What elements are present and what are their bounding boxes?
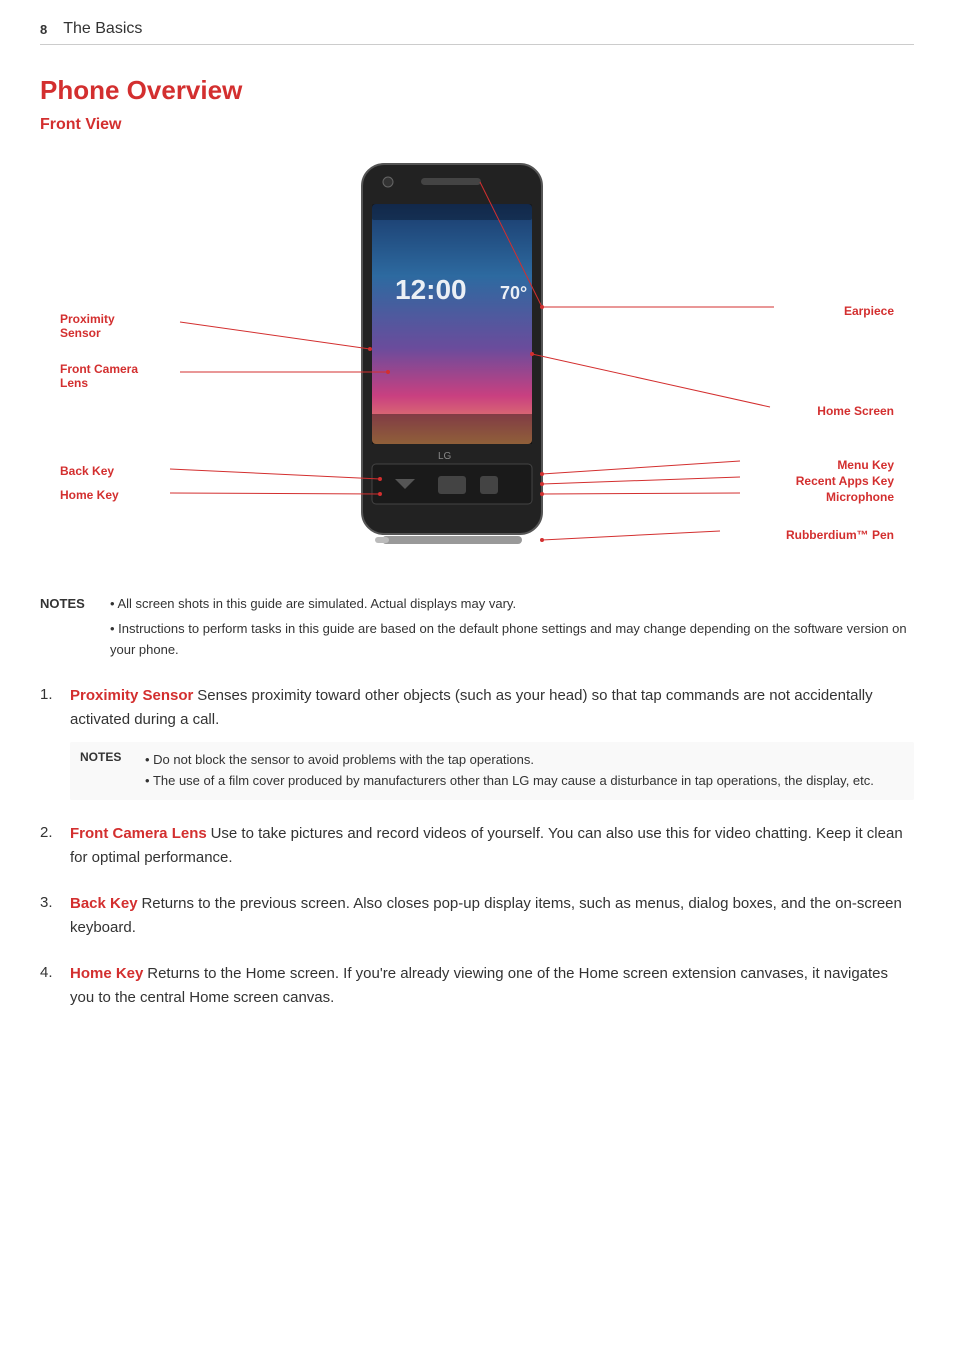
item-2-term: Front Camera Lens — [70, 825, 207, 842]
phone-diagram: Proximity Sensor Front Camera Lens Back … — [40, 154, 914, 574]
item-4-term: Home Key — [70, 965, 143, 982]
label-home-screen: Home Screen — [817, 404, 894, 418]
item-1-number: 1. — [40, 684, 70, 703]
diagram-notes: NOTES All screen shots in this guide are… — [40, 594, 914, 664]
item-3-term: Back Key — [70, 895, 138, 912]
item-1-note-2: The use of a film cover produced by manu… — [145, 771, 874, 792]
notes-content: All screen shots in this guide are simul… — [110, 594, 914, 664]
item-1-note-1: Do not block the sensor to avoid problem… — [145, 750, 874, 771]
list-item-3: 3. Back Key Returns to the previous scre… — [40, 892, 914, 940]
svg-text:70°: 70° — [500, 283, 527, 303]
label-proximity-sensor: Proximity Sensor — [60, 312, 115, 340]
header-title: The Basics — [63, 20, 142, 38]
label-front-camera-lens: Front Camera Lens — [60, 362, 138, 390]
list-item-2: 2. Front Camera Lens Use to take picture… — [40, 822, 914, 870]
item-3-number: 3. — [40, 892, 70, 911]
label-home-key: Home Key — [60, 488, 119, 502]
page-header: 8 The Basics — [40, 20, 914, 45]
item-1-notes-label: NOTES — [80, 750, 135, 764]
item-3-content: Back Key Returns to the previous screen.… — [70, 892, 914, 940]
label-earpiece: Earpiece — [844, 304, 894, 318]
item-4-description: Returns to the Home screen. If you're al… — [70, 965, 888, 1006]
item-1-term: Proximity Sensor — [70, 687, 193, 704]
item-2-number: 2. — [40, 822, 70, 841]
item-1-notes: NOTES Do not block the sensor to avoid p… — [70, 742, 914, 800]
item-1-content: Proximity Sensor Senses proximity toward… — [70, 684, 914, 800]
label-rubberdium-pen: Rubberdium™ Pen — [786, 528, 894, 542]
svg-text:12:00: 12:00 — [395, 274, 467, 305]
item-4-number: 4. — [40, 962, 70, 981]
note-2: Instructions to perform tasks in this gu… — [110, 619, 914, 661]
note-1: All screen shots in this guide are simul… — [110, 594, 914, 615]
list-item-4: 4. Home Key Returns to the Home screen. … — [40, 962, 914, 1010]
features-list: 1. Proximity Sensor Senses proximity tow… — [40, 684, 914, 1010]
front-view-label: Front View — [40, 116, 914, 134]
page-title: Phone Overview — [40, 75, 914, 106]
item-4-content: Home Key Returns to the Home screen. If … — [70, 962, 914, 1010]
page-number: 8 — [40, 22, 47, 37]
svg-text:LG: LG — [438, 451, 452, 462]
item-1-notes-content: Do not block the sensor to avoid problem… — [145, 750, 874, 792]
label-recent-apps-key: Recent Apps Key — [796, 474, 894, 488]
label-back-key: Back Key — [60, 464, 114, 478]
label-microphone: Microphone — [826, 490, 894, 504]
item-3-description: Returns to the previous screen. Also clo… — [70, 895, 902, 936]
list-item-1: 1. Proximity Sensor Senses proximity tow… — [40, 684, 914, 800]
label-menu-key: Menu Key — [837, 458, 894, 472]
notes-label: NOTES — [40, 594, 100, 611]
item-2-content: Front Camera Lens Use to take pictures a… — [70, 822, 914, 870]
diagram-svg: 12:00 70° LG — [40, 154, 914, 574]
